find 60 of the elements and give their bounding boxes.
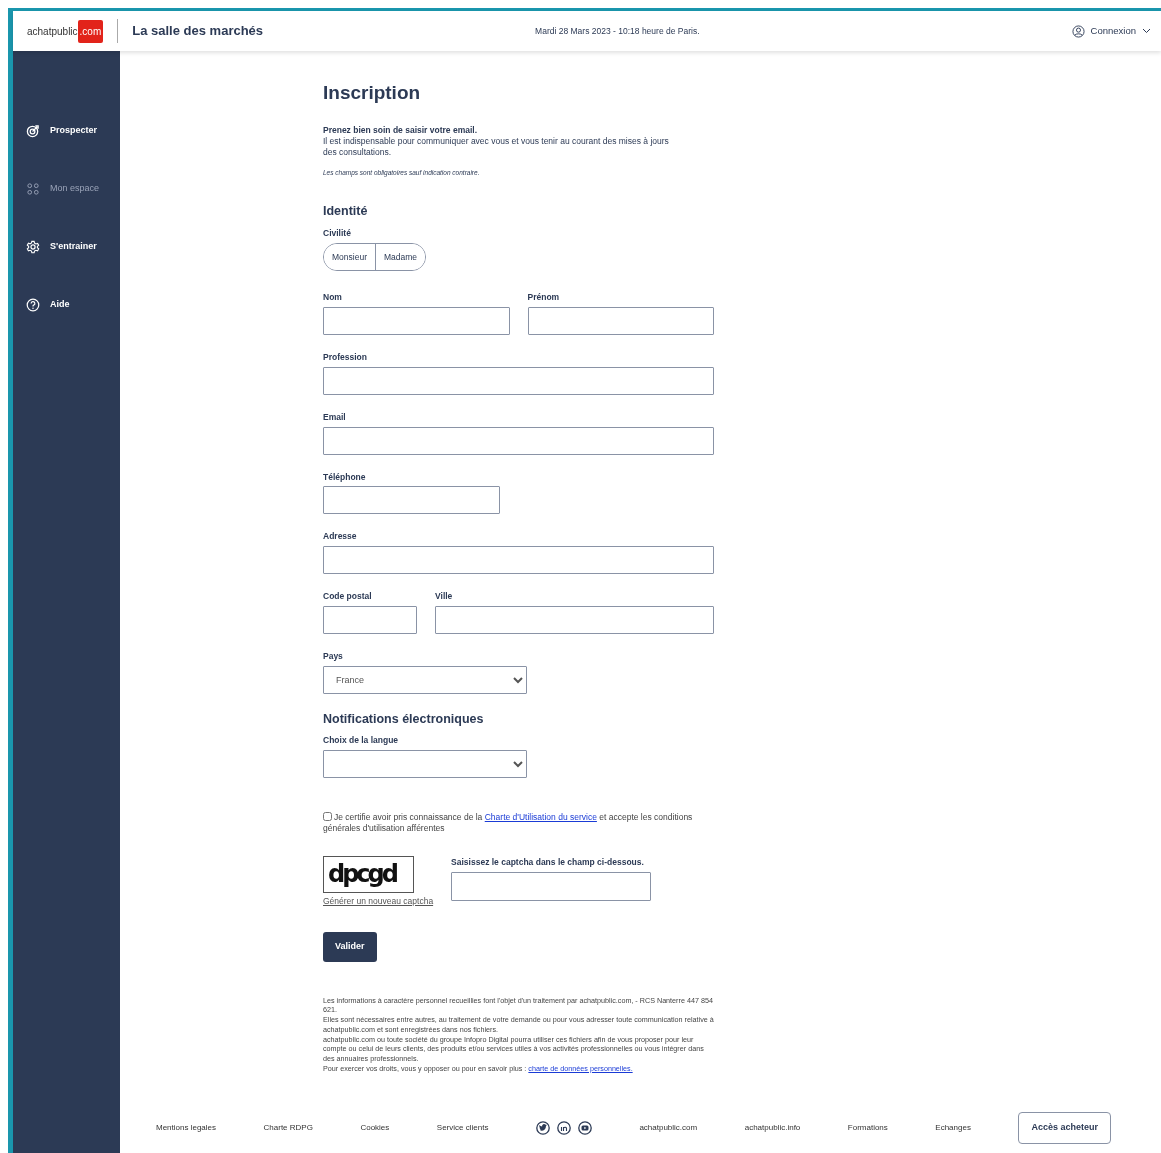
- field-label: Choix de la langue: [323, 734, 400, 748]
- footer-link[interactable]: Echanges: [935, 1122, 971, 1134]
- help-icon: [26, 298, 40, 312]
- chevron-down-icon: [1142, 28, 1151, 34]
- linkedin-icon[interactable]: [556, 1121, 571, 1135]
- footer-link[interactable]: Service clients: [436, 1122, 489, 1134]
- input-field[interactable]: [435, 605, 714, 634]
- date-time: Mardi 28 Mars 2023 - 10:18 heure de Paris.: [535, 24, 700, 38]
- field-label: Ville: [435, 590, 454, 603]
- logo[interactable]: achatpublic .com: [27, 19, 104, 43]
- field-label: Téléphone: [323, 470, 367, 484]
- select-field[interactable]: [323, 750, 527, 779]
- intro-text: Il est indispensable pour communiquer avec vous et vous tenir au courant des mises à jours des consultations.: [323, 136, 670, 159]
- regenerate-link[interactable]: Générer un nouveau captcha: [323, 896, 434, 907]
- section-heading: Identité: [323, 203, 369, 221]
- sidebar-item[interactable]: Prospecter: [26, 121, 120, 141]
- field-label: Saisissez le captcha dans le champ ci-dessous.: [451, 856, 645, 869]
- field-label: Nom: [323, 291, 343, 305]
- input-field[interactable]: [527, 307, 714, 336]
- footer-link[interactable]: Mentions legales: [156, 1122, 217, 1134]
- input-field[interactable]: [323, 366, 714, 395]
- page-title: Inscription: [323, 81, 422, 105]
- civility-option[interactable]: Madame: [374, 243, 426, 271]
- footer-link[interactable]: achatpublic.com: [639, 1122, 698, 1134]
- intro-heading: Prenez bien soin de saisir votre email.: [323, 123, 478, 137]
- section-heading: Notifications électroniques: [323, 710, 485, 728]
- target-icon: [26, 124, 40, 138]
- footer-link[interactable]: Cookies: [360, 1122, 390, 1134]
- checkbox[interactable]: [323, 812, 332, 822]
- video-icon[interactable]: [577, 1121, 592, 1135]
- field-label: Prénom: [527, 291, 561, 305]
- footer-link[interactable]: achatpublic.info: [744, 1122, 801, 1134]
- sidebar-item[interactable]: Aide: [26, 295, 120, 315]
- grid-dots-icon: [26, 182, 40, 196]
- field-label: Adresse: [323, 530, 358, 544]
- user-icon: [1071, 24, 1085, 38]
- sidebar-item[interactable]: S'entrainer: [26, 237, 120, 257]
- twitter-icon[interactable]: [535, 1121, 550, 1135]
- footer-link[interactable]: Charte RDPG: [263, 1122, 313, 1134]
- input-field[interactable]: [323, 546, 714, 575]
- input-field[interactable]: [323, 307, 510, 336]
- field-label: Pays: [323, 649, 344, 663]
- submit-button[interactable]: Valider: [323, 932, 377, 962]
- select-field[interactable]: France: [323, 665, 527, 694]
- field-label: Profession: [323, 351, 368, 364]
- consent-text: Je certifie avoir pris connaissance de la Charte d'Utilisation du service et accepte les conditions générales d'utilisation afférentes: [323, 812, 694, 835]
- field-label: Email: [323, 410, 347, 424]
- input-field[interactable]: [323, 605, 417, 634]
- login-menu[interactable]: Connexion: [1071, 23, 1151, 39]
- buyer-access-button[interactable]: Accès acheteur: [1018, 1112, 1111, 1144]
- captcha-image: dpcgd: [323, 856, 414, 894]
- field-label: Civilité: [323, 226, 352, 240]
- captcha-field[interactable]: [451, 871, 652, 901]
- field-label: Code postal: [323, 590, 373, 603]
- site-title: La salle des marchés: [132, 22, 264, 41]
- charter-link[interactable]: Charte d'Utilisation du service: [484, 812, 597, 823]
- gear-icon: [26, 240, 40, 254]
- input-field[interactable]: [323, 426, 714, 455]
- footer-link[interactable]: Formations: [847, 1122, 888, 1134]
- input-field[interactable]: [323, 486, 500, 515]
